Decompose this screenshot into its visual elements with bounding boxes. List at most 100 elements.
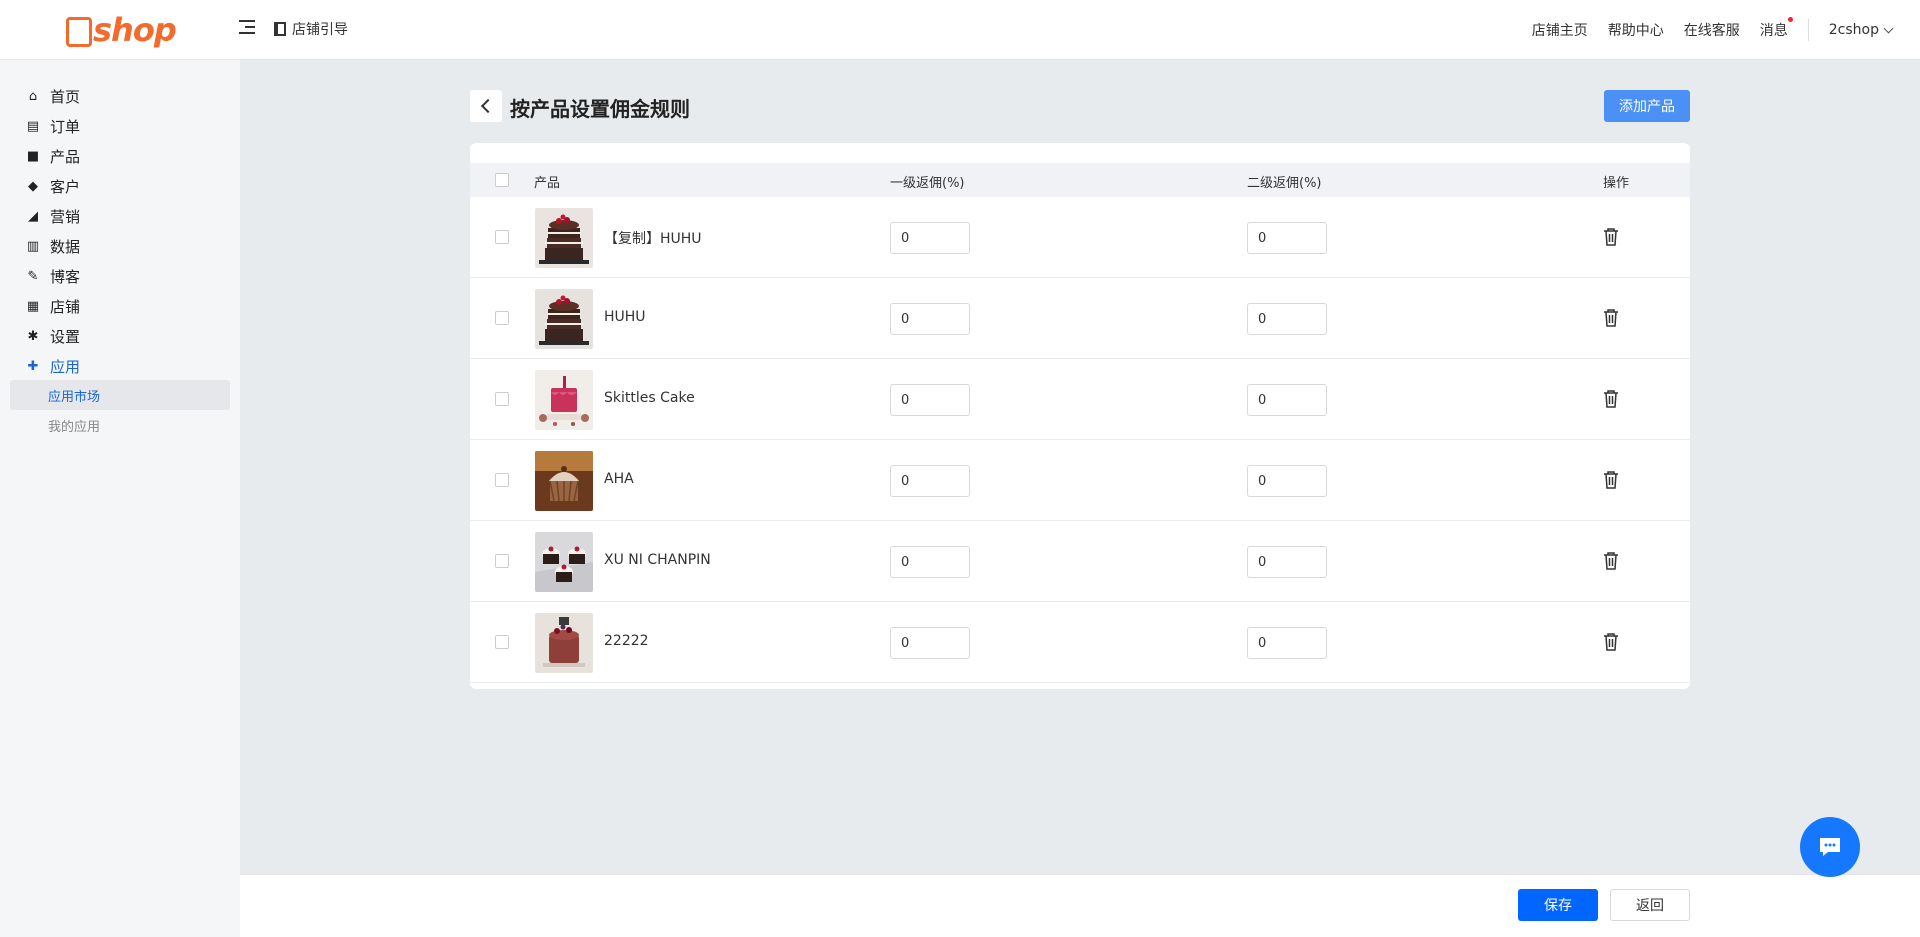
store-home-link[interactable]: 店铺主页 <box>1532 20 1588 40</box>
level1-commission-input[interactable] <box>890 222 970 254</box>
store-guide-label: 店铺引导 <box>292 22 348 38</box>
level1-commission-input[interactable] <box>890 303 970 335</box>
level1-commission-input[interactable] <box>890 465 970 497</box>
product-name: Skittles Cake <box>604 390 695 406</box>
product-thumbnail <box>535 370 593 430</box>
table-row: 【复制】HUHU <box>470 197 1690 278</box>
row-checkbox[interactable] <box>495 311 509 325</box>
chat-button[interactable] <box>1800 817 1860 877</box>
product-name: 22222 <box>604 633 649 649</box>
sidebar-item-label: 客户 <box>50 177 81 196</box>
sidebar-item-products[interactable]: ■ 产品 <box>26 146 80 166</box>
sidebar-subitem-app-market[interactable]: 应用市场 <box>10 380 230 410</box>
chevron-down-icon <box>1883 23 1894 33</box>
help-center-link[interactable]: 帮助中心 <box>1608 20 1664 40</box>
bar-chart-icon: ▥ <box>26 238 40 254</box>
menu-toggle-icon[interactable] <box>239 20 255 36</box>
trash-icon[interactable] <box>1603 228 1619 246</box>
sidebar-item-label: 设置 <box>50 327 81 346</box>
top-header: shop 店铺引导 店铺主页 帮助中心 在线客服 消息 2cshop <box>0 0 1920 60</box>
table-row: Skittles Cake <box>470 359 1690 440</box>
save-button[interactable]: 保存 <box>1518 889 1598 921</box>
footer-action-bar: 保存 返回 <box>240 874 1920 937</box>
sidebar-item-marketing[interactable]: ◢ 营销 <box>26 206 80 226</box>
sidebar-item-label: 首页 <box>50 87 81 106</box>
back-button[interactable] <box>470 90 502 122</box>
sidebar-item-orders[interactable]: ▤ 订单 <box>26 116 80 136</box>
level2-commission-input[interactable] <box>1247 384 1327 416</box>
trash-icon[interactable] <box>1603 471 1619 489</box>
level1-commission-input[interactable] <box>890 546 970 578</box>
top-links: 店铺主页 帮助中心 在线客服 消息 2cshop <box>1512 0 1894 60</box>
product-thumbnail <box>535 613 593 673</box>
table-row: 22222 <box>470 602 1690 683</box>
puzzle-icon: ✚ <box>27 358 39 374</box>
sidebar-item-label: 博客 <box>50 267 81 286</box>
sidebar-item-label: 订单 <box>50 117 81 136</box>
logo[interactable]: shop <box>66 11 177 49</box>
sidebar-item-home[interactable]: ⌂ 首页 <box>26 86 80 106</box>
product-name: XU NI CHANPIN <box>604 552 711 568</box>
home-icon: ⌂ <box>28 88 38 104</box>
sidebar-subitem-my-apps[interactable]: 我的应用 <box>10 410 230 440</box>
trash-icon[interactable] <box>1603 633 1619 651</box>
level2-commission-input[interactable] <box>1247 222 1327 254</box>
level1-commission-input[interactable] <box>890 627 970 659</box>
add-product-button[interactable]: 添加产品 <box>1604 90 1690 122</box>
online-support-link[interactable]: 在线客服 <box>1684 20 1740 40</box>
diamond-icon: ◆ <box>28 178 38 194</box>
user-menu[interactable]: 2cshop <box>1828 22 1894 38</box>
bag-icon: ■ <box>26 148 40 164</box>
level2-commission-input[interactable] <box>1247 303 1327 335</box>
sidebar-item-data[interactable]: ▥ 数据 <box>26 236 80 256</box>
row-checkbox[interactable] <box>495 635 509 649</box>
sidebar-item-customers[interactable]: ◆ 客户 <box>26 176 80 196</box>
col-level2: 二级返佣(%) <box>1247 176 1322 191</box>
col-actions: 操作 <box>1603 176 1630 191</box>
gear-icon: ✱ <box>27 328 39 344</box>
select-all-checkbox[interactable] <box>495 173 509 187</box>
user-name: 2cshop <box>1828 22 1879 38</box>
trash-icon[interactable] <box>1603 390 1619 408</box>
sidebar-item-label: 产品 <box>50 147 81 166</box>
logo-box <box>66 17 92 47</box>
commission-table-card: 产品 一级返佣(%) 二级返佣(%) 操作 【复制】HUHU HUHU Skit… <box>470 143 1690 689</box>
product-name: 【复制】HUHU <box>604 231 702 247</box>
col-product: 产品 <box>534 176 561 191</box>
logo-text: shop <box>93 11 177 49</box>
store-guide-link[interactable]: 店铺引导 <box>274 19 348 39</box>
sidebar-item-blog[interactable]: ✎ 博客 <box>26 266 80 286</box>
header-divider <box>1807 19 1809 41</box>
level2-commission-input[interactable] <box>1247 546 1327 578</box>
col-level1: 一级返佣(%) <box>890 176 965 191</box>
row-checkbox[interactable] <box>495 392 509 406</box>
messages-link[interactable]: 消息 <box>1760 17 1793 40</box>
row-checkbox[interactable] <box>495 473 509 487</box>
table-row: HUHU <box>470 278 1690 359</box>
product-thumbnail <box>535 451 593 511</box>
sidebar-item-label: 数据 <box>50 237 81 256</box>
page-header: 按产品设置佣金规则 添加产品 <box>470 90 1690 122</box>
product-name: AHA <box>604 471 634 487</box>
trash-icon[interactable] <box>1603 552 1619 570</box>
row-checkbox[interactable] <box>495 554 509 568</box>
level2-commission-input[interactable] <box>1247 627 1327 659</box>
edit-icon: ✎ <box>27 268 39 284</box>
sidebar-item-label: 店铺 <box>50 297 81 316</box>
level2-commission-input[interactable] <box>1247 465 1327 497</box>
sidebar-item-label: 营销 <box>50 207 81 226</box>
chat-bubble-icon <box>1820 838 1840 856</box>
sidebar-item-apps[interactable]: ✚ 应用 <box>26 356 80 376</box>
trash-icon[interactable] <box>1603 309 1619 327</box>
sidebar-item-store[interactable]: ▦ 店铺 <box>26 296 80 316</box>
level1-commission-input[interactable] <box>890 384 970 416</box>
product-thumbnail <box>535 208 593 268</box>
product-thumbnail <box>535 532 593 592</box>
return-button[interactable]: 返回 <box>1610 889 1690 921</box>
sidebar-item-settings[interactable]: ✱ 设置 <box>26 326 80 346</box>
unread-dot <box>1787 17 1793 22</box>
tag-icon: ◢ <box>28 208 38 224</box>
product-name: HUHU <box>604 309 646 325</box>
table-header: 产品 一级返佣(%) 二级返佣(%) 操作 <box>470 163 1690 197</box>
row-checkbox[interactable] <box>495 230 509 244</box>
